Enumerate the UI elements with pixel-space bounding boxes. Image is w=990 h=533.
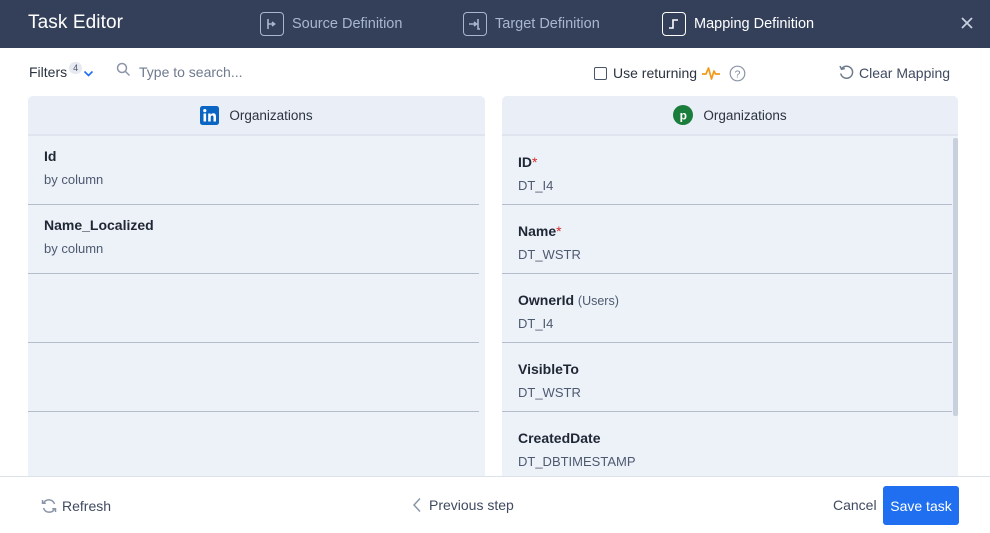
use-returning-option: Use returning ? xyxy=(594,64,746,82)
required-marker: * xyxy=(532,154,538,170)
target-field-type: DT_DBTIMESTAMP xyxy=(518,454,636,469)
svg-text:p: p xyxy=(680,108,687,122)
refresh-label: Refresh xyxy=(62,498,112,514)
chevron-left-icon xyxy=(412,497,422,513)
undo-icon xyxy=(838,64,855,81)
source-field-row-empty[interactable] xyxy=(28,412,479,476)
dialog-footer: Refresh Previous step Cancel Save task xyxy=(0,476,990,533)
target-field-row[interactable]: CreatedDate DT_DBTIMESTAMP xyxy=(502,412,952,476)
source-field-row[interactable]: Id by column xyxy=(28,136,479,205)
search-box xyxy=(116,62,339,82)
tab-source-definition-label: Source Definition xyxy=(292,16,403,32)
target-field-type: DT_I4 xyxy=(518,316,554,331)
target-field-type: DT_I4 xyxy=(518,178,554,193)
search-input[interactable] xyxy=(139,64,339,80)
mapping-toolbar: Filters 4 Use returning ? Clear Mapping xyxy=(0,48,990,96)
source-field-row[interactable]: Name_Localized by column xyxy=(28,205,479,274)
tab-mapping-definition[interactable]: Mapping Definition xyxy=(662,11,814,37)
tab-target-definition-label: Target Definition xyxy=(495,16,600,32)
use-returning-checkbox[interactable] xyxy=(594,66,607,80)
target-scrollbar[interactable] xyxy=(953,138,958,416)
target-field-row[interactable]: Name* DT_WSTR xyxy=(502,205,952,274)
tab-source-definition[interactable]: Source Definition xyxy=(260,11,402,37)
refresh-icon xyxy=(40,497,58,515)
reference-table: (Users) xyxy=(577,294,619,308)
target-field-row[interactable]: ID* DT_I4 xyxy=(502,136,952,205)
search-icon xyxy=(116,62,131,82)
target-field-name: OwnerId (Users) xyxy=(518,292,619,308)
previous-step-label: Previous step xyxy=(429,497,514,513)
filters-button[interactable]: Filters 4 xyxy=(29,62,94,82)
use-returning-label: Use returning xyxy=(613,65,698,81)
clear-mapping-label: Clear Mapping xyxy=(859,64,951,81)
source-field-row-empty[interactable] xyxy=(28,343,479,412)
target-field-row[interactable]: VisibleTo DT_WSTR xyxy=(502,343,952,412)
target-field-name: VisibleTo xyxy=(518,361,579,377)
target-field-name: Name* xyxy=(518,223,562,239)
filters-label: Filters xyxy=(29,64,68,80)
dialog-title: Task Editor xyxy=(28,12,124,33)
clear-mapping-button[interactable]: Clear Mapping xyxy=(838,64,950,81)
cancel-button[interactable]: Cancel xyxy=(833,497,877,513)
target-panel-header: p Organizations xyxy=(502,96,958,136)
source-panel-title: Organizations xyxy=(229,107,313,123)
required-marker: * xyxy=(556,223,562,239)
target-field-row[interactable]: OwnerId (Users) DT_I4 xyxy=(502,274,952,343)
pipedrive-icon: p xyxy=(673,105,694,125)
source-field-name: Id xyxy=(44,148,57,164)
target-field-name: CreatedDate xyxy=(518,430,601,446)
svg-text:?: ? xyxy=(735,68,741,80)
pulse-icon xyxy=(701,64,721,82)
target-field-type: DT_WSTR xyxy=(518,385,581,400)
source-definition-icon xyxy=(260,12,284,36)
target-field-name: ID* xyxy=(518,154,538,170)
target-field-type: DT_WSTR xyxy=(518,247,581,262)
tab-mapping-definition-label: Mapping Definition xyxy=(694,16,815,32)
source-field-mapping: by column xyxy=(44,172,104,187)
source-field-row-empty[interactable] xyxy=(28,274,479,343)
filters-count-badge: 4 xyxy=(69,62,83,74)
target-panel: p Organizations ID* DT_I4 Name* DT_WSTR … xyxy=(502,96,958,476)
previous-step-button[interactable]: Previous step xyxy=(412,497,514,513)
mapping-definition-icon xyxy=(662,12,686,36)
task-editor-header: Task Editor Source Definition Target Def… xyxy=(0,0,990,48)
source-field-mapping: by column xyxy=(44,241,104,256)
close-icon[interactable] xyxy=(956,12,978,34)
save-task-button[interactable]: Save task xyxy=(883,486,959,525)
chevron-down-icon xyxy=(83,66,94,82)
linkedin-icon xyxy=(200,105,220,125)
source-field-name: Name_Localized xyxy=(44,217,154,233)
tab-target-definition[interactable]: Target Definition xyxy=(463,11,600,37)
help-icon[interactable]: ? xyxy=(729,65,746,82)
source-panel-header: Organizations xyxy=(28,96,485,136)
source-panel: Organizations Id by column Name_Localize… xyxy=(28,96,485,476)
target-definition-icon xyxy=(463,12,487,36)
target-panel-title: Organizations xyxy=(703,107,787,123)
refresh-button[interactable]: Refresh xyxy=(40,497,111,515)
